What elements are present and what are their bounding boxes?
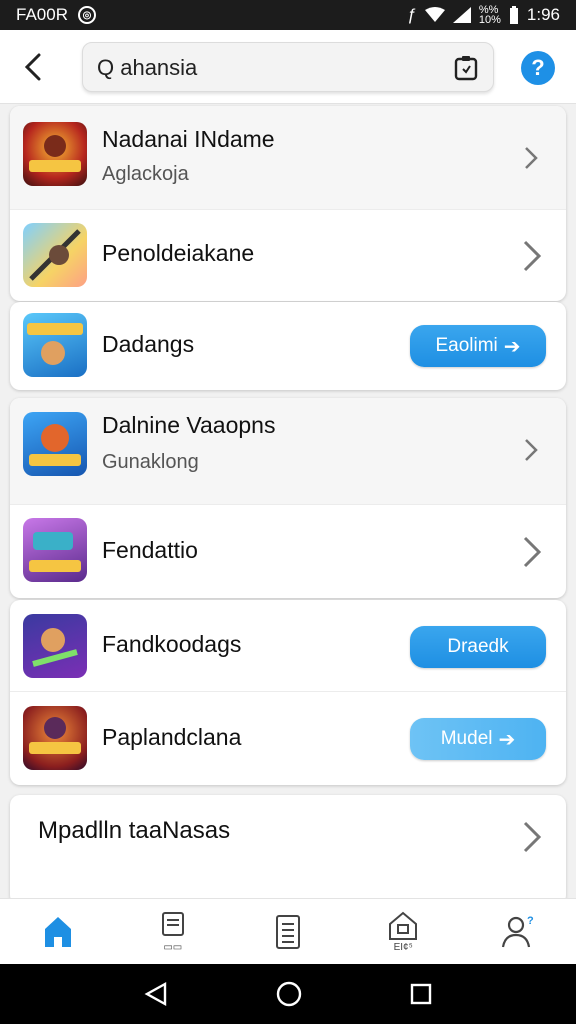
list-item[interactable]: Fendattio: [10, 505, 566, 598]
tab-store[interactable]: EI¢⁵: [373, 904, 433, 960]
status-bar: FA00R ◎ ƒ %% 10% 1:96: [0, 0, 576, 30]
app-icon: [23, 313, 87, 377]
app-icon: [23, 614, 87, 678]
action-button[interactable]: Eaolimi ➔: [410, 325, 546, 367]
tab-store-label: EI¢⁵: [393, 941, 413, 953]
app-icon: [23, 412, 87, 476]
app-list-card-1: Nadanai INdame Aglackoja Penoldeiakane: [10, 106, 566, 301]
list-item[interactable]: Nadanai INdame Aglackoja: [10, 106, 566, 210]
more-title: Mpadlln taaNasas: [38, 817, 231, 844]
top-bar: Q ahansia ?: [0, 30, 576, 104]
chevron-right-icon: [525, 439, 538, 461]
bottom-nav: ▭▭ EI¢⁵ ?: [0, 898, 576, 964]
more-section[interactable]: Mpadlln taaNasas: [10, 795, 566, 905]
app-list-card-3: Dalnine Vaaopns Gunaklong Fendattio: [10, 398, 566, 598]
system-nav-bar: [0, 964, 576, 1024]
tab-profile[interactable]: ?: [488, 904, 548, 960]
action-button[interactable]: Draedk: [410, 626, 546, 668]
sync-icon: ◎: [77, 6, 96, 24]
signal-icon: [452, 7, 471, 23]
list-item[interactable]: Paplandclana Mudel ➔: [10, 692, 566, 785]
item-title: Penoldeiakane: [102, 240, 255, 266]
carrier-label: FA00R: [16, 5, 68, 24]
tab-list[interactable]: [258, 904, 318, 960]
profile-icon: ?: [502, 915, 534, 947]
item-title: Fandkoodags: [102, 631, 242, 657]
action-button[interactable]: Mudel ➔: [410, 718, 546, 760]
app-list-card-2: Dadangs Eaolimi ➔: [10, 302, 566, 390]
back-triangle-icon[interactable]: [143, 981, 169, 1007]
tab-library-label: ▭▭: [163, 941, 183, 953]
chevron-right-icon: [523, 536, 542, 568]
home-icon: [44, 916, 71, 947]
app-icon: [23, 518, 87, 582]
svg-text:?: ?: [527, 915, 534, 927]
clock: 1:96: [526, 5, 560, 24]
chevron-left-icon: [24, 53, 41, 81]
chevron-right-icon: [523, 821, 542, 853]
app-icon: [23, 122, 87, 186]
item-title: Nadanai INdame: [102, 126, 275, 152]
item-title: Dadangs: [102, 331, 195, 357]
arrow-right-icon: ➔: [503, 335, 521, 358]
library-icon: [161, 911, 184, 936]
arrow-right-icon: ➔: [498, 728, 516, 751]
list-item[interactable]: Penoldeiakane: [10, 210, 566, 301]
app-icon: [23, 223, 87, 287]
help-button[interactable]: ?: [521, 51, 555, 85]
chevron-right-icon: [523, 240, 542, 272]
item-subtitle: Aglackoja: [102, 163, 189, 185]
item-title: Paplandclana: [102, 724, 242, 750]
recents-square-icon[interactable]: [409, 982, 433, 1006]
tab-library[interactable]: ▭▭: [143, 904, 203, 960]
store-icon: [389, 911, 418, 940]
wifi-icon: [424, 7, 445, 22]
clipboard-icon[interactable]: [453, 55, 479, 81]
list-item[interactable]: Fandkoodags Draedk: [10, 600, 566, 692]
item-subtitle: Gunaklong: [102, 451, 199, 473]
search-query: Q ahansia: [97, 55, 198, 80]
item-title: Fendattio: [102, 537, 198, 563]
home-circle-icon[interactable]: [275, 980, 303, 1008]
app-list-card-4: Fandkoodags Draedk Paplandclana Mudel ➔: [10, 600, 566, 785]
document-icon: [275, 914, 300, 949]
back-button[interactable]: [18, 50, 48, 84]
app-icon: [23, 706, 87, 770]
signal-percent: %% 10%: [478, 4, 501, 26]
alert-icon: ƒ: [407, 5, 417, 24]
chevron-right-icon: [525, 147, 538, 169]
item-title: Dalnine Vaaopns: [102, 412, 276, 438]
battery-icon: [509, 6, 518, 24]
search-input[interactable]: Q ahansia: [82, 42, 494, 92]
list-item[interactable]: Dalnine Vaaopns Gunaklong: [10, 398, 566, 505]
list-item[interactable]: Dadangs Eaolimi ➔: [10, 302, 566, 390]
tab-home[interactable]: [28, 904, 88, 960]
